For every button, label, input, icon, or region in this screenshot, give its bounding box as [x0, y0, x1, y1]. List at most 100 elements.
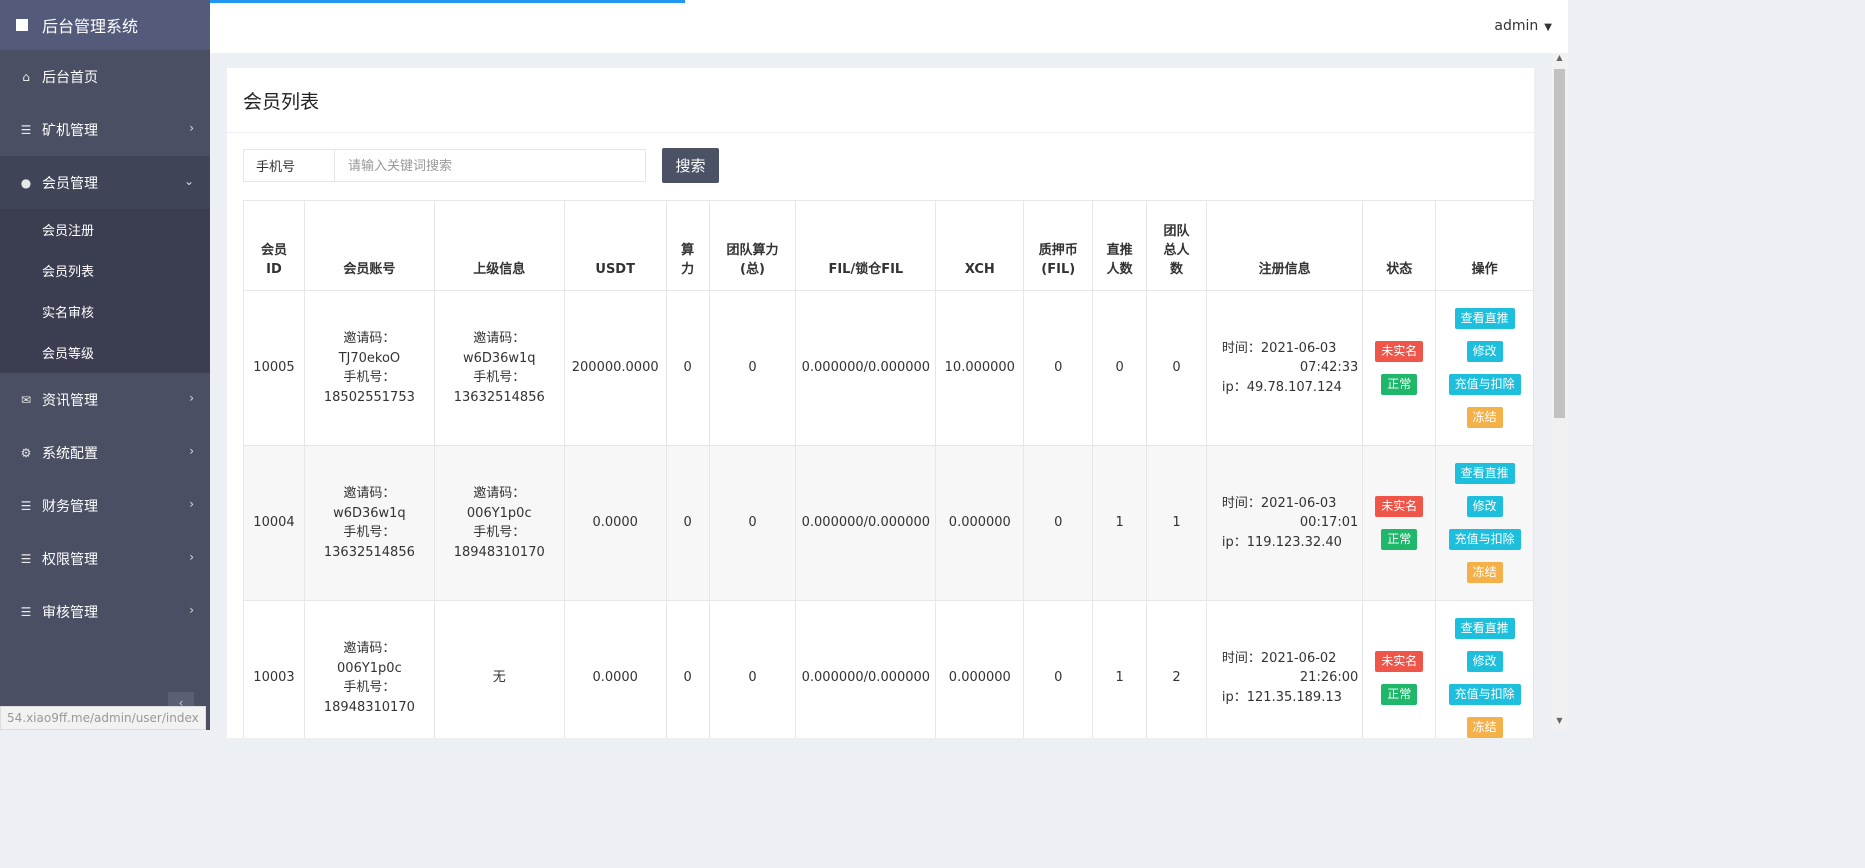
table-row: 10004 邀请码： w6D36w1q 手机号： 13632514856 邀请码…	[243, 445, 1534, 601]
sidebar-item-label: 后台首页	[42, 69, 98, 86]
edit-button[interactable]: 修改	[1466, 651, 1503, 672]
scroll-up-icon[interactable]: ▲	[1551, 53, 1568, 67]
sidebar-item-label: 会员管理	[42, 175, 98, 192]
cell-fil: 0.000000/0.000000	[795, 445, 937, 601]
logo-icon	[16, 19, 28, 31]
freeze-button[interactable]: 冻结	[1466, 562, 1503, 583]
recharge-deduct-button[interactable]: 充值与扣除	[1448, 684, 1521, 705]
cell-account: 邀请码： 006Y1p0c 手机号： 18948310170	[303, 600, 435, 738]
sidebar-item-home[interactable]: ⌂ 后台首页	[0, 50, 210, 103]
submenu-item-member-level[interactable]: 会员等级	[0, 332, 210, 373]
col-team-total: 团队 总人数	[1146, 200, 1207, 291]
sidebar-item-label: 矿机管理	[42, 122, 98, 139]
user-icon: ●	[20, 175, 32, 190]
register-time: 21:26:00	[1299, 670, 1359, 686]
recharge-deduct-button[interactable]: 充值与扣除	[1448, 374, 1521, 395]
edit-button[interactable]: 修改	[1466, 496, 1503, 517]
cell-usdt: 200000.0000	[563, 290, 667, 446]
view-referrals-button[interactable]: 查看直推	[1454, 463, 1515, 484]
invite-code-label: 邀请码：	[343, 486, 396, 501]
cell-parent: 邀请码： w6D36w1q 手机号： 13632514856	[433, 290, 565, 446]
search-button[interactable]: 搜索	[662, 148, 719, 183]
cell-direct: 1	[1092, 600, 1148, 738]
phone-label: 手机号：	[473, 525, 526, 540]
user-menu[interactable]: admin ▼	[1494, 18, 1552, 34]
cell-team-power: 0	[708, 290, 797, 446]
page-title: 会员列表	[227, 68, 1534, 133]
submenu-item-register[interactable]: 会员注册	[0, 209, 210, 250]
chevron-down-icon: ⌄	[183, 174, 194, 188]
chevron-right-icon: ›	[189, 603, 194, 617]
page-scrollbar[interactable]: ▲ ▼	[1551, 53, 1568, 730]
cell-xch: 0.000000	[935, 445, 1025, 601]
status-badge-unverified: 未实名	[1375, 651, 1424, 672]
status-badge-normal: 正常	[1381, 374, 1418, 395]
cell-usdt: 0.0000	[563, 600, 667, 738]
col-usdt: USDT	[563, 200, 667, 291]
cell-status: 未实名 正常	[1362, 290, 1437, 446]
cell-pledge: 0	[1023, 600, 1094, 738]
envelope-icon: ✉	[20, 392, 32, 407]
edit-button[interactable]: 修改	[1466, 341, 1503, 362]
chevron-right-icon: ›	[189, 121, 194, 135]
col-pledge: 质押币 (FIL)	[1023, 200, 1094, 291]
phone-label: 手机号：	[343, 370, 396, 385]
col-status: 状态	[1362, 200, 1437, 291]
recharge-deduct-button[interactable]: 充值与扣除	[1448, 529, 1521, 550]
phone: 13632514856	[453, 389, 545, 405]
sidebar-item-members[interactable]: ● 会员管理 ⌄	[0, 156, 210, 209]
cell-team: 0	[1146, 290, 1207, 446]
cell-usdt: 0.0000	[563, 445, 667, 601]
cell-parent: 邀请码： 006Y1p0c 手机号： 18948310170	[433, 445, 565, 601]
member-table: 会员 ID 会员账号 上级信息 USDT 算力 团队算力 (总) FIL/锁仓FIL…	[243, 200, 1534, 738]
sidebar-item-permissions[interactable]: ☰ 权限管理 ›	[0, 532, 210, 585]
members-submenu: 会员注册 会员列表 实名审核 会员等级	[0, 209, 210, 373]
invite-code: TJ70ekoO	[338, 350, 401, 366]
cell-id: 10004	[243, 445, 305, 601]
submenu-item-verification[interactable]: 实名审核	[0, 291, 210, 332]
submenu-item-member-list[interactable]: 会员列表	[0, 250, 210, 291]
cell-status: 未实名 正常	[1362, 445, 1437, 601]
list-icon: ☰	[20, 122, 32, 137]
col-actions: 操作	[1435, 200, 1534, 291]
cell-pledge: 0	[1023, 290, 1094, 446]
top-header: admin ▼	[210, 0, 1568, 53]
view-referrals-button[interactable]: 查看直推	[1454, 618, 1515, 639]
chevron-right-icon: ›	[189, 497, 194, 511]
table-row: 10005 邀请码： TJ70ekoO 手机号： 18502551753 邀请码…	[243, 290, 1534, 446]
list-icon: ☰	[20, 551, 32, 566]
cell-fil: 0.000000/0.000000	[795, 600, 937, 738]
cell-fil: 0.000000/0.000000	[795, 290, 937, 446]
invite-code-label: 邀请码：	[343, 641, 396, 656]
invite-code-label: 邀请码：	[343, 331, 396, 346]
col-team-power: 团队算力 (总)	[708, 200, 797, 291]
cell-account: 邀请码： TJ70ekoO 手机号： 18502551753	[303, 290, 435, 446]
phone: 13632514856	[323, 544, 415, 560]
cell-direct: 1	[1092, 445, 1148, 601]
sidebar-item-finance[interactable]: ☰ 财务管理 ›	[0, 479, 210, 532]
freeze-button[interactable]: 冻结	[1466, 407, 1503, 428]
username: admin	[1494, 18, 1539, 34]
cell-id: 10003	[243, 600, 305, 738]
cell-register-info: 时间：2021-06-02 21:26:00 ip：121.35.189.13	[1205, 600, 1364, 738]
register-ip: ip：121.35.189.13	[1221, 689, 1342, 705]
sidebar-item-label: 资讯管理	[42, 392, 98, 409]
sidebar-item-system-config[interactable]: ⚙ 系统配置 ›	[0, 426, 210, 479]
sidebar-item-news[interactable]: ✉ 资讯管理 ›	[0, 373, 210, 426]
sidebar-item-miners[interactable]: ☰ 矿机管理 ›	[0, 103, 210, 156]
status-badge-normal: 正常	[1381, 529, 1418, 550]
sidebar-item-review[interactable]: ☰ 审核管理 ›	[0, 585, 210, 638]
search-input[interactable]	[335, 149, 646, 182]
table-header-row: 会员 ID 会员账号 上级信息 USDT 算力 团队算力 (总) FIL/锁仓FIL…	[243, 200, 1534, 291]
scroll-down-icon[interactable]: ▼	[1551, 716, 1568, 730]
status-badge-normal: 正常	[1381, 684, 1418, 705]
col-register-info: 注册信息	[1205, 200, 1364, 291]
sidebar-item-label: 财务管理	[42, 498, 98, 515]
freeze-button[interactable]: 冻结	[1466, 717, 1503, 738]
scrollbar-thumb[interactable]	[1554, 69, 1565, 418]
brand: 后台管理系统	[0, 0, 210, 50]
view-referrals-button[interactable]: 查看直推	[1454, 308, 1515, 329]
sidebar: 后台管理系统 ⌂ 后台首页 ☰ 矿机管理 › ● 会员管理 ⌄ 会员注册 会员列…	[0, 0, 210, 730]
cell-power: 0	[665, 600, 710, 738]
gears-icon: ⚙	[20, 445, 32, 460]
